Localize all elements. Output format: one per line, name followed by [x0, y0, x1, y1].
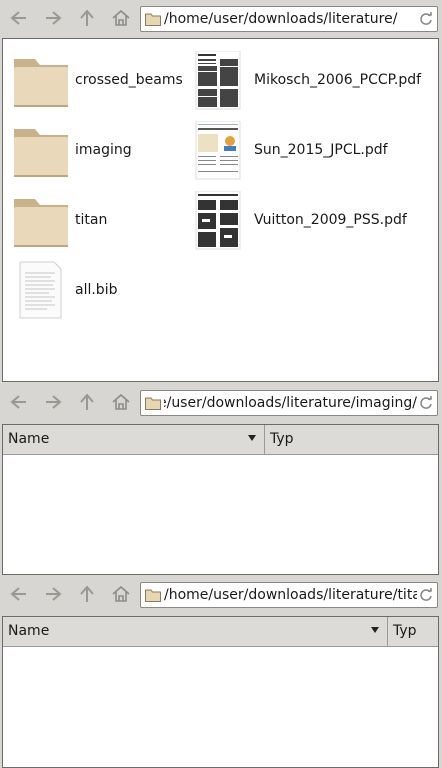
forward-arrow-icon[interactable]	[40, 5, 66, 31]
file-item[interactable]: all.bib	[11, 261, 191, 321]
column-header: Name Typ	[3, 425, 438, 455]
up-arrow-icon[interactable]	[74, 389, 100, 415]
sort-descending-icon	[248, 435, 256, 441]
home-icon[interactable]	[108, 389, 134, 415]
item-label: titan	[75, 212, 108, 228]
home-icon[interactable]	[108, 581, 134, 607]
sort-descending-icon	[371, 627, 379, 633]
pdf-thumbnail-icon	[195, 51, 241, 110]
home-icon[interactable]	[108, 5, 134, 31]
pdf-item[interactable]: Vuitton_2009_PSS.pdf	[188, 191, 436, 251]
item-label: Mikosch_2006_PCCP.pdf	[254, 72, 422, 88]
location-path[interactable]: /home/user/downloads/literature/imaging/	[164, 394, 417, 412]
location-bar[interactable]: /home/user/downloads/literature/	[140, 6, 438, 32]
text-document-icon	[19, 261, 62, 319]
file-browser-pane-literature: /home/user/downloads/literature/ crossed…	[0, 0, 442, 384]
item-label: Vuitton_2009_PSS.pdf	[254, 212, 407, 228]
list-view: Name Typ	[2, 616, 439, 768]
file-browser-pane-imaging: /home/user/downloads/literature/imaging/…	[0, 384, 442, 576]
location-bar[interactable]: /home/user/downloads/literature/imaging/	[140, 390, 438, 416]
reload-icon[interactable]	[418, 11, 434, 27]
location-path[interactable]: /home/user/downloads/literature/	[164, 10, 417, 28]
location-bar[interactable]: /home/user/downloads/literature/titan/	[140, 582, 438, 608]
folder-item[interactable]: crossed_beams	[11, 51, 191, 111]
list-view: Name Typ	[2, 424, 439, 575]
pdf-item[interactable]: Sun_2015_JPCL.pdf	[188, 121, 436, 181]
column-header-name[interactable]: Name	[3, 425, 265, 454]
reload-icon[interactable]	[418, 587, 434, 603]
folder-icon	[14, 59, 68, 107]
folder-icon	[14, 199, 68, 247]
back-arrow-icon[interactable]	[6, 5, 32, 31]
item-label: imaging	[75, 142, 132, 158]
navigation-toolbar: /home/user/downloads/literature/	[0, 0, 442, 36]
pdf-thumbnail-icon	[195, 191, 241, 250]
icon-view: crossed_beams imaging titan all.bib Miko…	[2, 38, 439, 382]
navigation-toolbar: /home/user/downloads/literature/imaging/	[0, 384, 442, 420]
navigation-toolbar: /home/user/downloads/literature/titan/	[0, 576, 442, 612]
pdf-thumbnail-icon	[195, 121, 241, 180]
up-arrow-icon[interactable]	[74, 5, 100, 31]
folder-item[interactable]: imaging	[11, 121, 191, 181]
item-label: Sun_2015_JPCL.pdf	[254, 142, 388, 158]
item-label: crossed_beams	[75, 72, 183, 88]
reload-icon[interactable]	[418, 395, 434, 411]
up-arrow-icon[interactable]	[74, 581, 100, 607]
pdf-item[interactable]: Mikosch_2006_PCCP.pdf	[188, 51, 436, 111]
column-header-type[interactable]: Typ	[265, 425, 439, 454]
folder-item[interactable]: titan	[11, 191, 191, 251]
folder-icon	[14, 129, 68, 177]
folder-icon	[145, 13, 161, 26]
file-browser-pane-titan: /home/user/downloads/literature/titan/ N…	[0, 576, 442, 768]
column-header-type[interactable]: Typ	[388, 617, 439, 646]
back-arrow-icon[interactable]	[6, 389, 32, 415]
forward-arrow-icon[interactable]	[40, 581, 66, 607]
column-header: Name Typ	[3, 617, 438, 647]
column-header-name[interactable]: Name	[3, 617, 388, 646]
forward-arrow-icon[interactable]	[40, 389, 66, 415]
back-arrow-icon[interactable]	[6, 581, 32, 607]
folder-icon	[145, 397, 161, 410]
location-path[interactable]: /home/user/downloads/literature/titan/	[164, 586, 417, 604]
folder-icon	[145, 589, 161, 602]
item-label: all.bib	[75, 282, 118, 298]
